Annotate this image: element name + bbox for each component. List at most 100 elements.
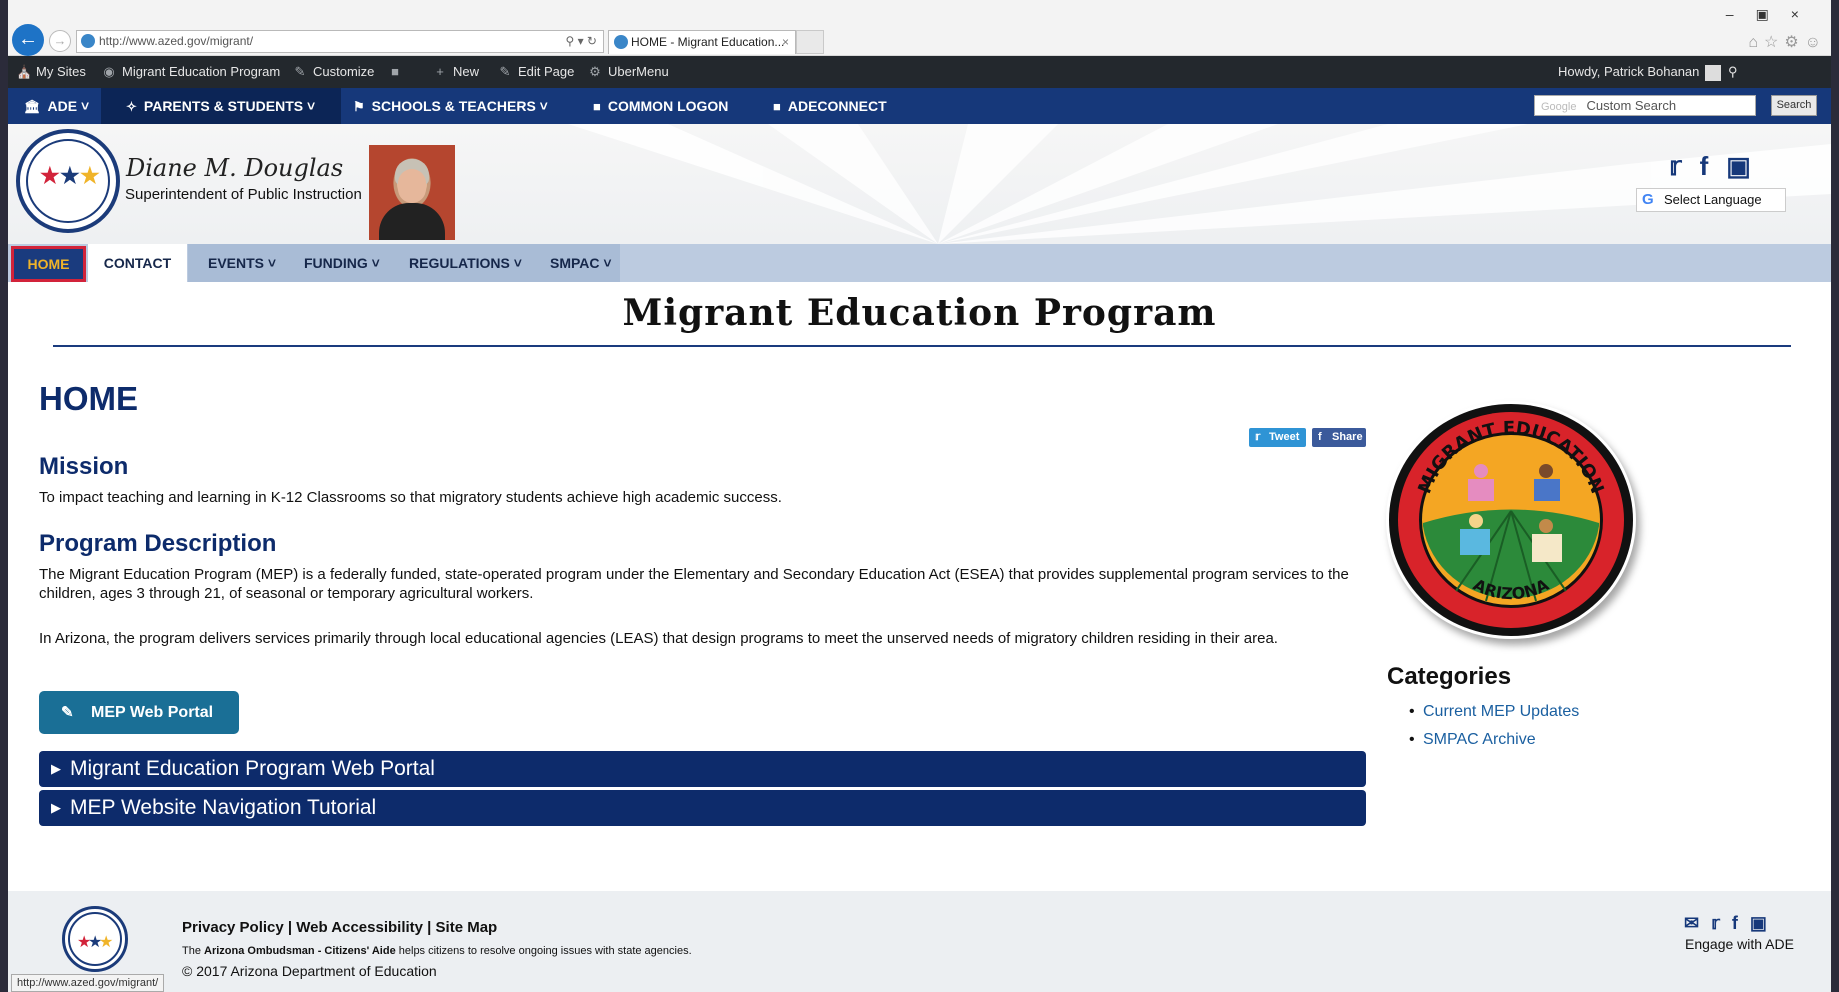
page-heading: HOME <box>39 380 138 417</box>
ade-nav-parents-students[interactable]: ✧ PARENTS & STUDENTS ˅ <box>101 88 341 124</box>
accordion-web-portal[interactable]: ▶ Migrant Education Program Web Portal <box>39 751 1366 787</box>
mep-web-portal-button[interactable]: ✎ MEP Web Portal <box>39 691 239 734</box>
pencil-icon: ✎ <box>61 704 74 721</box>
window-controls[interactable]: –▣× <box>1726 6 1821 23</box>
twitter-icon[interactable]: 𝕣 <box>1711 913 1732 933</box>
custom-search-input[interactable]: Google Custom Search <box>1534 95 1756 116</box>
mission-heading: Mission <box>39 453 129 480</box>
ade-nav-adeconnect[interactable]: ■ ADECONNECT <box>773 88 887 124</box>
footer-seal-graphic: ★ ★ ★ <box>68 912 122 966</box>
back-button[interactable]: ← <box>12 24 44 56</box>
ade-nav-label: PARENTS & STUDENTS <box>143 98 304 114</box>
menu-item-regulations[interactable]: REGULATIONS ˅ <box>409 244 522 282</box>
ade-seal-logo[interactable]: ★ ★ ★ <box>16 129 120 233</box>
email-icon[interactable]: ✉ <box>1684 913 1711 933</box>
menu-item-contact[interactable]: CONTACT <box>88 244 187 282</box>
menu-label: SMPAC <box>550 255 600 271</box>
customize-link[interactable]: ✎ Customize <box>293 56 375 88</box>
menu-item-funding[interactable]: FUNDING ˅ <box>304 244 380 282</box>
brush-icon: ✎ <box>294 64 306 79</box>
social-links: 𝕣f▣ <box>1669 151 1769 182</box>
twitter-icon[interactable]: 𝕣 <box>1669 151 1700 181</box>
tab-title: HOME - Migrant Education... <box>631 35 785 49</box>
superintendent-portrait <box>369 145 455 240</box>
footer-links: Privacy Policy | Web Accessibility | Sit… <box>182 919 497 936</box>
instagram-icon[interactable]: ▣ <box>1726 151 1769 181</box>
facebook-icon[interactable]: f <box>1700 151 1727 181</box>
google-g-icon: G <box>1642 191 1654 208</box>
instagram-icon[interactable]: ▣ <box>1750 913 1779 933</box>
graduation-cap-icon: ✧ <box>126 99 137 114</box>
seal-figure: ★ <box>40 163 60 188</box>
account-menu[interactable]: Howdy, Patrick Bohanan <box>1558 56 1722 88</box>
ubermenu-link[interactable]: ⚙ UberMenu <box>588 56 669 88</box>
search-button[interactable]: Search <box>1771 95 1817 116</box>
facebook-icon[interactable]: f <box>1732 913 1750 933</box>
accordion-label: MEP Website Navigation Tutorial <box>70 796 377 819</box>
select-language-label: Select Language <box>1664 192 1762 207</box>
new-tab-button[interactable] <box>796 30 824 54</box>
site-footer: ★ ★ ★ Privacy Policy | Web Accessibility… <box>8 891 1831 992</box>
accordion-navigation-tutorial[interactable]: ▶ MEP Website Navigation Tutorial <box>39 790 1366 826</box>
new-label: New <box>453 64 480 79</box>
browser-tab[interactable]: HOME - Migrant Education... × <box>608 30 796 54</box>
menu-label: EVENTS <box>208 255 265 271</box>
site-title: Migrant Education Program <box>622 292 1217 334</box>
tweet-label: Tweet <box>1269 431 1300 443</box>
sunburst-background <box>568 124 1831 244</box>
ie-favicon-icon <box>81 34 95 48</box>
menu-item-events[interactable]: EVENTS ˅ <box>208 244 276 282</box>
accordion-label: Migrant Education Program Web Portal <box>70 757 435 780</box>
privacy-policy-link[interactable]: Privacy Policy <box>182 919 284 936</box>
site-name-link[interactable]: ◉ Migrant Education Program <box>102 56 280 88</box>
mep-seal-graphic: MIGRANT EDUCATION ARIZONA <box>1389 404 1633 636</box>
web-accessibility-link[interactable]: Web Accessibility <box>296 919 423 936</box>
building-icon: 🏛 <box>24 99 41 114</box>
menu-item-smpac[interactable]: SMPAC ˅ <box>550 244 612 282</box>
portrait-body <box>379 203 445 240</box>
ade-nav-common-logon[interactable]: ■ COMMON LOGON <box>593 88 728 124</box>
site-header: ★ ★ ★ Diane M. Douglas Superintendent of… <box>8 124 1831 244</box>
search-refresh-icon[interactable]: ⚲ ▾ ↻ <box>565 31 597 52</box>
superintendent-title: Superintendent of Public Instruction <box>125 186 362 203</box>
flag-bell-icon: ⚑ <box>353 99 365 114</box>
category-link[interactable]: SMPAC Archive <box>1409 731 1536 749</box>
category-link[interactable]: Current MEP Updates <box>1409 703 1579 721</box>
twitter-icon: 𝕣 <box>1255 431 1261 443</box>
categories-heading: Categories <box>1387 663 1512 690</box>
plus-icon: + <box>436 64 444 79</box>
lock-icon: ■ <box>593 99 601 114</box>
address-bar[interactable]: http://www.azed.gov/migrant/ ⚲ ▾ ↻ <box>76 30 604 53</box>
admin-search-icon[interactable]: ⚲ <box>1728 56 1738 88</box>
customize-label: Customize <box>313 64 375 79</box>
my-sites-link[interactable]: ⛪ My Sites <box>16 56 86 88</box>
browser-status-url: http://www.azed.gov/migrant/ <box>11 974 165 992</box>
footer-ade-seal-logo[interactable]: ★ ★ ★ <box>62 906 128 972</box>
tweet-button[interactable]: 𝕣 Tweet <box>1249 428 1306 447</box>
cogs-icon: ⚙ <box>589 64 601 79</box>
new-link[interactable]: + New <box>433 56 479 88</box>
comment-icon: ■ <box>391 64 399 79</box>
tab-close-icon[interactable]: × <box>782 31 789 53</box>
comments-link[interactable]: ■ <box>388 56 408 88</box>
sites-icon: ⛪ <box>16 64 33 79</box>
home-favorites-settings-icons[interactable]: ⌂☆⚙☺ <box>1748 32 1827 52</box>
avatar <box>1705 64 1722 81</box>
ombudsman-link[interactable]: Arizona Ombudsman - Citizens' Aide <box>204 945 396 957</box>
ade-nav-label: COMMON LOGON <box>607 98 729 114</box>
ombuds-suffix: helps citizens to resolve ongoing issues… <box>395 945 692 957</box>
edit-page-label: Edit Page <box>518 64 575 79</box>
menu-item-home[interactable]: HOME <box>11 246 86 282</box>
select-language-dropdown[interactable]: G Select Language <box>1636 188 1786 212</box>
title-divider <box>53 345 1791 347</box>
forward-button[interactable]: → <box>49 30 71 52</box>
ade-nav-ade[interactable]: 🏛 ADE ˅ <box>24 88 89 124</box>
site-map-link[interactable]: Site Map <box>436 919 498 936</box>
ade-nav-schools-teachers[interactable]: ⚑ SCHOOLS & TEACHERS ˅ <box>353 88 548 124</box>
description-heading: Program Description <box>39 530 277 557</box>
facebook-share-button[interactable]: f Share <box>1312 428 1366 447</box>
ombudsman-notice: The Arizona Ombudsman - Citizens' Aide h… <box>182 945 692 957</box>
edit-page-link[interactable]: ✎ Edit Page <box>498 56 575 88</box>
share-label: Share <box>1332 431 1363 443</box>
pencil-icon: ✎ <box>499 64 511 79</box>
